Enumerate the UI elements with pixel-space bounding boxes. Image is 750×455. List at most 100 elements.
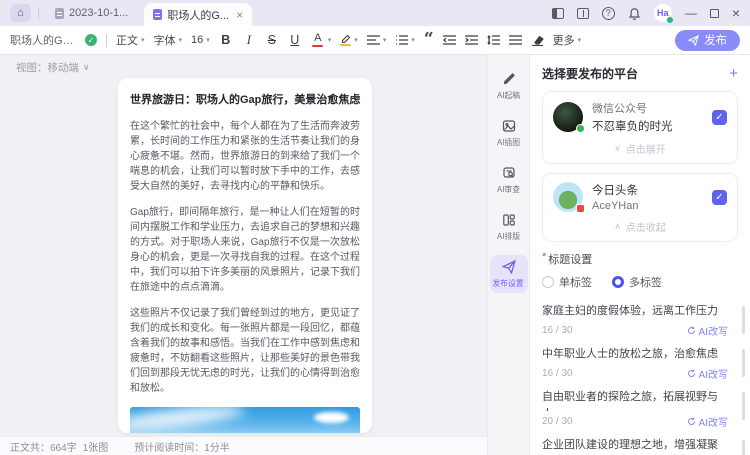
document-page[interactable]: 世界旅游日：职场人的Gap旅行，美景治愈焦虑 在这个繁忙的社会中，每个人都在为了… — [118, 78, 372, 433]
view-mode-dropdown[interactable]: 视图：移动端 ∨ — [0, 55, 487, 79]
online-status-dot — [666, 16, 674, 24]
read-time: 预计阅读时间：1分半 — [134, 439, 230, 454]
caret-down-icon: ▾ — [383, 36, 387, 44]
tab-recent-doc[interactable]: 2023-10-1... — [46, 0, 137, 26]
check-icon: ✓ — [715, 112, 723, 123]
scrollbar-handle[interactable] — [742, 306, 745, 334]
toggle-label: 点击收起 — [626, 219, 666, 234]
document-title[interactable]: 世界旅游日：职场人的Gap旅行，美景治愈焦虑 — [130, 92, 360, 110]
radio-label: 单标签 — [559, 274, 592, 290]
radio-icon-selected — [612, 276, 624, 288]
justify-icon[interactable] — [509, 35, 522, 45]
help-icon[interactable]: ? — [602, 7, 615, 20]
sidebar-item-ai-layout[interactable]: AI排版 — [490, 208, 528, 246]
font-family-dropdown[interactable]: 字体▾ — [154, 32, 183, 48]
blockquote-button[interactable]: “ — [424, 35, 434, 45]
ai-rewrite-button[interactable]: AI改写 — [687, 323, 728, 338]
font-family-value: 字体 — [154, 32, 176, 48]
panel-left-icon[interactable] — [552, 8, 564, 19]
platform-name: 微信公众号 — [592, 100, 703, 116]
underline-button[interactable]: U — [288, 34, 302, 47]
font-size-dropdown[interactable]: 16▾ — [191, 34, 210, 46]
indent-increase-icon[interactable] — [465, 35, 478, 45]
scrollbar-handle[interactable] — [742, 349, 745, 377]
caret-down-icon: ▾ — [578, 36, 582, 44]
caret-down-icon: ▾ — [411, 36, 415, 44]
bold-button[interactable]: B — [219, 34, 233, 47]
chevron-down-icon: ∨ — [614, 143, 621, 154]
sidebar-item-ai-review[interactable]: AI审查 — [490, 161, 528, 199]
sidebar-item-publish-settings[interactable]: 发布设置 — [490, 255, 528, 293]
ai-rewrite-button[interactable]: AI改写 — [687, 366, 728, 381]
document-paragraph[interactable]: Gap旅行，即间隔年旅行，是一种让人们在短暂的时间内摆脱工作和学业压力，去追求自… — [130, 205, 360, 295]
sidebar-item-ai-draft[interactable]: AI起稿 — [490, 67, 528, 105]
list-dropdown[interactable]: ▾ — [395, 35, 415, 45]
ai-rewrite-button[interactable]: AI改写 — [687, 414, 728, 429]
title-option-2: 中年职业人士的放松之旅，治愈焦虑 16 / 30 AI改写 — [542, 340, 738, 383]
title-settings-label: * 标题设置 — [542, 251, 738, 267]
sync-status-icon: ✓ — [85, 34, 97, 46]
sidebar-item-label: AI排版 — [497, 230, 520, 241]
tab-current-doc[interactable]: 职场人的G... × — [144, 3, 252, 26]
font-size-value: 16 — [191, 34, 203, 46]
expand-toggle[interactable]: ∨ 点击展开 — [553, 134, 727, 160]
home-button[interactable]: ⌂ — [10, 4, 31, 22]
toutiao-account-avatar — [553, 182, 583, 212]
layout-icon — [502, 213, 516, 227]
highlight-color-button[interactable]: ▾ — [340, 34, 358, 46]
platform-card-wechat: 微信公众号 不忍辜负的时光 ✓ ∨ 点击展开 — [542, 91, 738, 164]
document-photo-sky-mountains[interactable] — [130, 407, 360, 433]
italic-button[interactable]: I — [242, 34, 256, 47]
document-paragraph[interactable]: 这些照片不仅记录了我们曾经到过的地方，更见证了我们的成长和变化。每一张照片都是一… — [130, 306, 360, 396]
title-option-text[interactable]: 自由职业者的探险之旅，拓展视野与人... — [542, 389, 738, 411]
caret-down-icon: ▾ — [206, 36, 210, 44]
radio-multi-tag[interactable]: 多标签 — [612, 274, 662, 290]
collapse-toggle[interactable]: ∧ 点击收起 — [553, 212, 727, 238]
more-dropdown[interactable]: 更多▾ — [553, 32, 582, 48]
toutiao-badge-icon — [576, 204, 585, 213]
tag-mode-radios: 单标签 多标签 — [542, 274, 738, 290]
minimize-button[interactable]: — — [685, 6, 697, 20]
publish-panel: 选择要发布的平台 + 微信公众号 不忍辜负的时光 ✓ ∨ 点击展开 — [530, 55, 750, 455]
document-paragraph[interactable]: 在这个繁忙的社会中，每个人都在为了生活而奔波劳累，长时间的工作压力和紧张的生活节… — [130, 119, 360, 194]
title-option-text[interactable]: 企业团队建设的理想之地，增强凝聚力 — [542, 437, 738, 455]
align-dropdown[interactable]: ▾ — [367, 35, 387, 45]
paragraph-style-dropdown[interactable]: 正文▾ — [116, 32, 145, 48]
title-option-text[interactable]: 中年职业人士的放松之旅，治愈焦虑 — [542, 346, 738, 363]
panel-right-icon[interactable] — [577, 8, 589, 19]
scrollbar-handle[interactable] — [742, 440, 745, 455]
ai-rewrite-label: AI改写 — [699, 323, 728, 338]
indent-decrease-icon[interactable] — [443, 35, 456, 45]
radio-single-tag[interactable]: 单标签 — [542, 274, 592, 290]
highlighter-icon — [340, 34, 351, 43]
clear-format-icon[interactable] — [531, 35, 544, 46]
document-search-icon — [502, 166, 516, 180]
add-platform-button[interactable]: + — [729, 66, 738, 81]
strikethrough-button[interactable]: S — [265, 34, 279, 47]
platform-checkbox[interactable]: ✓ — [712, 110, 727, 125]
line-spacing-icon[interactable] — [487, 35, 500, 45]
paper-plane-icon — [502, 260, 516, 274]
platform-checkbox[interactable]: ✓ — [712, 190, 727, 205]
ai-rewrite-label: AI改写 — [699, 414, 728, 429]
close-window-button[interactable]: × — [732, 5, 740, 21]
pencil-icon — [502, 72, 516, 86]
title-option-text[interactable]: 家庭主妇的度假体验，远离工作压力 — [542, 303, 738, 320]
char-count: 16 / 30 — [542, 325, 573, 336]
align-left-icon — [367, 35, 380, 45]
close-tab-icon[interactable]: × — [236, 8, 243, 22]
radio-icon — [542, 276, 554, 288]
wechat-account-avatar — [553, 102, 583, 132]
platform-card-toutiao: 今日头条 AceYHan ✓ ∧ 点击收起 — [542, 173, 738, 242]
document-icon — [153, 9, 162, 20]
tab-label: 职场人的G... — [167, 7, 229, 23]
user-avatar[interactable]: Ha — [654, 4, 672, 22]
publish-button[interactable]: 发布 — [675, 30, 740, 51]
font-color-button[interactable]: A ▾ — [311, 33, 332, 47]
scrollbar-handle[interactable] — [742, 392, 745, 420]
maximize-button[interactable] — [710, 9, 719, 18]
bell-icon[interactable] — [628, 7, 641, 20]
home-icon: ⌂ — [17, 7, 24, 19]
app-window: ⌂ 2023-10-1... 职场人的G... × ? Ha — × 职场人的G… — [0, 0, 750, 455]
sidebar-item-ai-illustration[interactable]: AI插图 — [490, 114, 528, 152]
